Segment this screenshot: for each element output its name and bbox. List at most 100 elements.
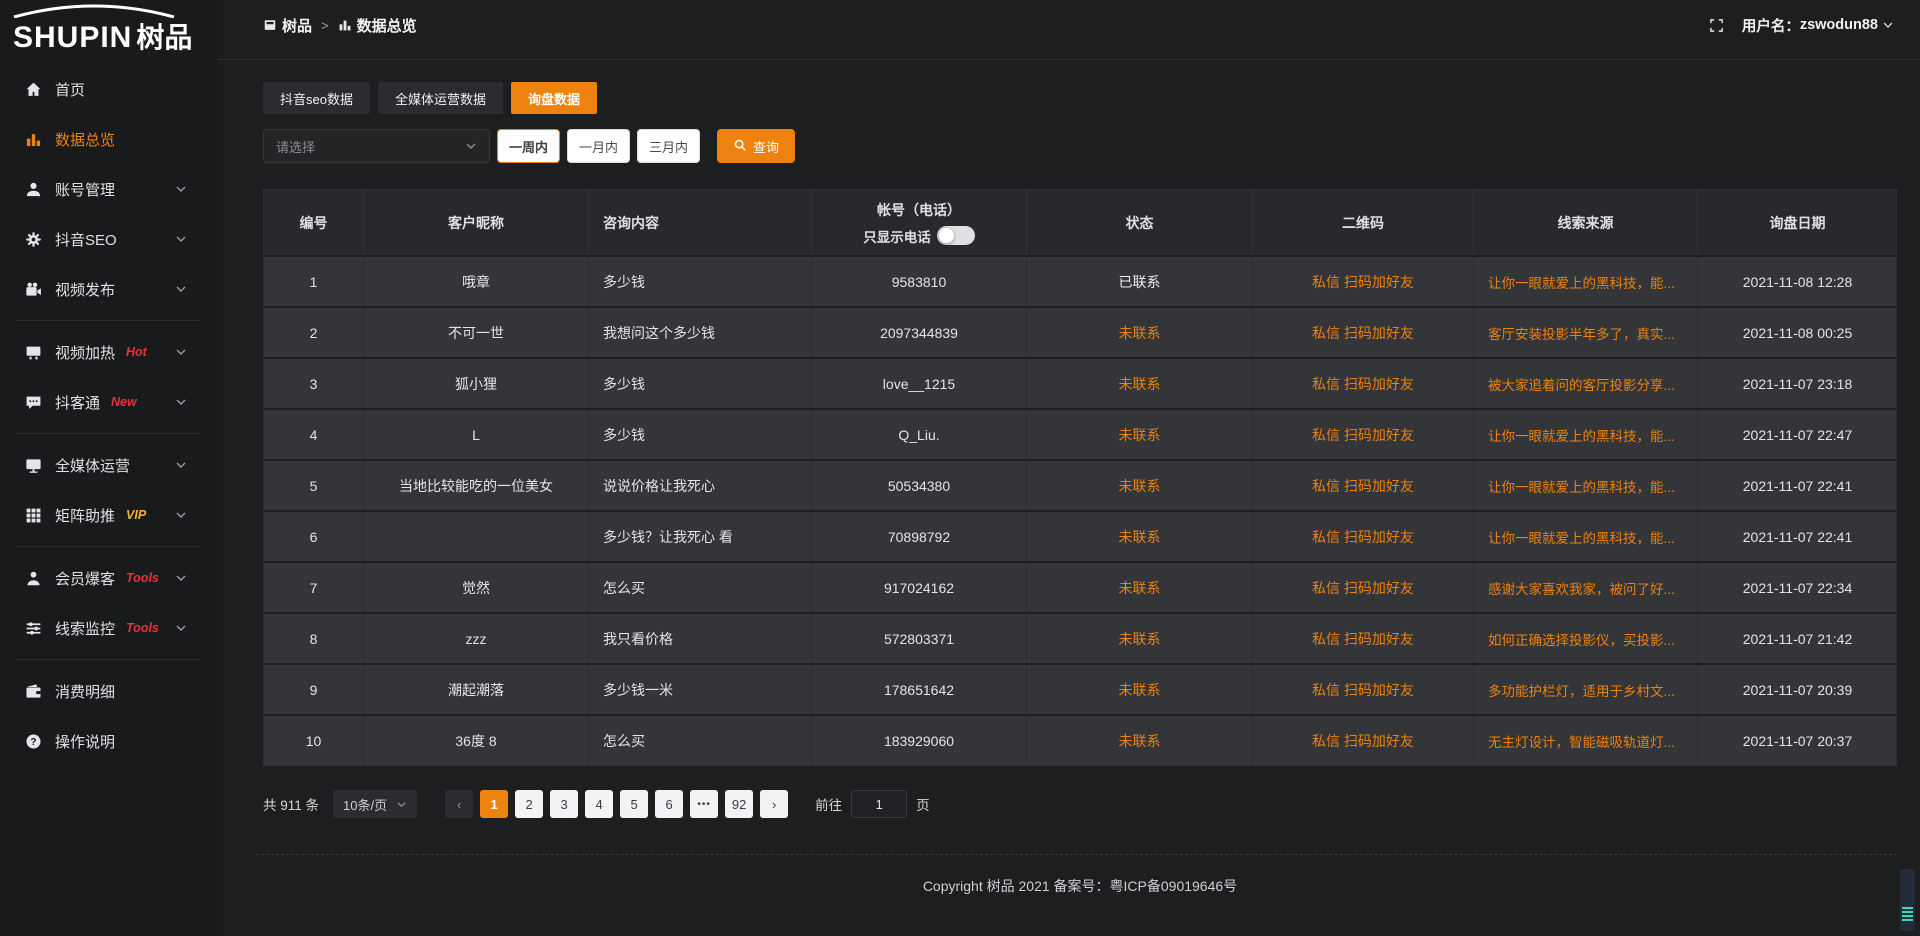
col-content: 咨询内容 [589, 190, 812, 255]
sidebar-item[interactable]: 视频发布 [0, 264, 217, 314]
page-number-button[interactable]: 5 [620, 790, 648, 818]
breadcrumb-app[interactable]: 树品 [282, 15, 312, 36]
goto-page-input[interactable] [851, 790, 907, 818]
page-size-select[interactable]: 10条/页 [333, 790, 417, 818]
user-menu[interactable]: 用户名： zswodun88 [1742, 15, 1894, 36]
col-status: 状态 [1027, 190, 1253, 255]
sidebar-item[interactable]: 抖客通 New [0, 377, 217, 427]
row-nickname: 当地比较能吃的一位美女 [364, 461, 589, 510]
row-account: 2097344839 [812, 308, 1027, 357]
row-qrcode-link[interactable]: 私信 扫码加好友 [1253, 563, 1474, 612]
sidebar-item[interactable]: 首页 [0, 64, 217, 114]
row-account: love__1215 [812, 359, 1027, 408]
row-qrcode-link[interactable]: 私信 扫码加好友 [1253, 716, 1474, 765]
row-status: 未联系 [1027, 308, 1253, 357]
page-number-button[interactable]: 92 [725, 790, 753, 818]
col-qrcode: 二维码 [1253, 190, 1474, 255]
fullscreen-icon[interactable] [1709, 18, 1724, 33]
search-button[interactable]: 查询 [717, 129, 795, 163]
prev-page-button[interactable]: ‹ [445, 790, 473, 818]
row-qrcode-link[interactable]: 私信 扫码加好友 [1253, 257, 1474, 306]
filter-select[interactable]: 请选择 [263, 129, 490, 163]
data-tab[interactable]: 抖音seo数据 [263, 82, 370, 114]
page-number-button[interactable]: 2 [515, 790, 543, 818]
username-value: zswodun88 [1800, 17, 1878, 33]
row-date: 2021-11-07 22:34 [1698, 563, 1897, 612]
table-row: 8 zzz 我只看价格 572803371 未联系 私信 扫码加好友 如何正确选… [264, 612, 1896, 663]
phone-only-label: 只显示电话 [863, 226, 931, 246]
sidebar: SHUPIN树品 首页 数据总览 账号管理 [0, 0, 217, 936]
row-date: 2021-11-07 22:47 [1698, 410, 1897, 459]
sidebar-divider [16, 320, 201, 321]
page-number-button[interactable]: 1 [480, 790, 508, 818]
sidebar-item[interactable]: 消费明细 [0, 666, 217, 716]
row-status: 未联系 [1027, 410, 1253, 459]
row-source-link[interactable]: 让你一眼就爱上的黑科技，能... [1474, 410, 1698, 459]
sidebar-item-badge: Hot [126, 345, 147, 359]
next-page-button[interactable]: › [760, 790, 788, 818]
page-number-button[interactable]: 4 [585, 790, 613, 818]
sidebar-item-badge: Tools [126, 571, 159, 585]
row-source-link[interactable]: 多功能护栏灯，适用于乡村文... [1474, 665, 1698, 714]
row-qrcode-link[interactable]: 私信 扫码加好友 [1253, 665, 1474, 714]
row-content: 怎么买 [589, 716, 812, 765]
row-source-link[interactable]: 客厅安装投影半年多了，真实... [1474, 308, 1698, 357]
row-content: 多少钱 [589, 257, 812, 306]
data-tab[interactable]: 询盘数据 [511, 82, 597, 114]
row-qrcode-link[interactable]: 私信 扫码加好友 [1253, 512, 1474, 561]
row-qrcode-link[interactable]: 私信 扫码加好友 [1253, 614, 1474, 663]
row-source-link[interactable]: 感谢大家喜欢我家，被问了好... [1474, 563, 1698, 612]
table-row: 10 36度 8 怎么买 183929060 未联系 私信 扫码加好友 无主灯设… [264, 714, 1896, 765]
sidebar-item-badge: VIP [126, 508, 146, 522]
row-status: 未联系 [1027, 461, 1253, 510]
table-row: 1 哦章 多少钱 9583810 已联系 私信 扫码加好友 让你一眼就爱上的黑科… [264, 255, 1896, 306]
scrollbar-thumb[interactable] [1900, 869, 1915, 931]
sidebar-item[interactable]: 会员爆客 Tools [0, 553, 217, 603]
row-nickname: 潮起潮落 [364, 665, 589, 714]
row-source-link[interactable]: 让你一眼就爱上的黑科技，能... [1474, 512, 1698, 561]
sidebar-item-label: 全媒体运营 [55, 455, 130, 476]
sidebar-item[interactable]: 矩阵助推 VIP [0, 490, 217, 540]
monitor-icon [25, 457, 42, 474]
page-number-button[interactable]: 3 [550, 790, 578, 818]
main-area: 树品 > 数据总览 用户名： zswodun88 抖音seo数据 [217, 0, 1920, 936]
row-qrcode-link[interactable]: 私信 扫码加好友 [1253, 410, 1474, 459]
copyright-text: Copyright 树品 2021 备案号：粤ICP备09019646号 [263, 876, 1897, 896]
sidebar-item[interactable]: ? 操作说明 [0, 716, 217, 766]
sidebar-item[interactable]: 账号管理 [0, 164, 217, 214]
row-qrcode-link[interactable]: 私信 扫码加好友 [1253, 461, 1474, 510]
sidebar-item-label: 视频加热 [55, 342, 115, 363]
row-source-link[interactable]: 被大家追着问的客厅投影分享... [1474, 359, 1698, 408]
row-qrcode-link[interactable]: 私信 扫码加好友 [1253, 308, 1474, 357]
table-row: 9 潮起潮落 多少钱一米 178651642 未联系 私信 扫码加好友 多功能护… [264, 663, 1896, 714]
row-id: 2 [264, 308, 364, 357]
row-id: 10 [264, 716, 364, 765]
sidebar-item[interactable]: 线索监控 Tools [0, 603, 217, 653]
logo-text-en: SHUPIN [13, 21, 132, 54]
row-nickname: 狐小狸 [364, 359, 589, 408]
row-nickname: 36度 8 [364, 716, 589, 765]
data-tab[interactable]: 全媒体运营数据 [378, 82, 503, 114]
table-header: 编号 客户昵称 咨询内容 帐号（电话） 只显示电话 状态 二维码 线索来源 询盘… [264, 190, 1896, 255]
sidebar-item[interactable]: 抖音SEO [0, 214, 217, 264]
pagination: 共 911 条 10条/页 ‹ 1 2 3 4 5 6 ••• [263, 790, 1897, 818]
row-source-link[interactable]: 无主灯设计，智能磁吸轨道灯... [1474, 716, 1698, 765]
sidebar-item[interactable]: 视频加热 Hot [0, 327, 217, 377]
row-qrcode-link[interactable]: 私信 扫码加好友 [1253, 359, 1474, 408]
row-account: 572803371 [812, 614, 1027, 663]
date-range-button[interactable]: 一周内 [497, 129, 560, 163]
grid-icon [25, 507, 42, 524]
page-number-button[interactable]: ••• [690, 790, 718, 818]
phone-only-toggle[interactable] [937, 226, 975, 245]
row-content: 多少钱 [589, 359, 812, 408]
sidebar-item[interactable]: 全媒体运营 [0, 440, 217, 490]
row-source-link[interactable]: 让你一眼就爱上的黑科技，能... [1474, 257, 1698, 306]
sidebar-divider [16, 433, 201, 434]
date-range-button[interactable]: 三月内 [637, 129, 700, 163]
date-range-button[interactable]: 一月内 [567, 129, 630, 163]
page-number-button[interactable]: 6 [655, 790, 683, 818]
row-date: 2021-11-07 22:41 [1698, 461, 1897, 510]
row-source-link[interactable]: 如何正确选择投影仪，买投影... [1474, 614, 1698, 663]
row-source-link[interactable]: 让你一眼就爱上的黑科技，能... [1474, 461, 1698, 510]
sidebar-item[interactable]: 数据总览 [0, 114, 217, 164]
